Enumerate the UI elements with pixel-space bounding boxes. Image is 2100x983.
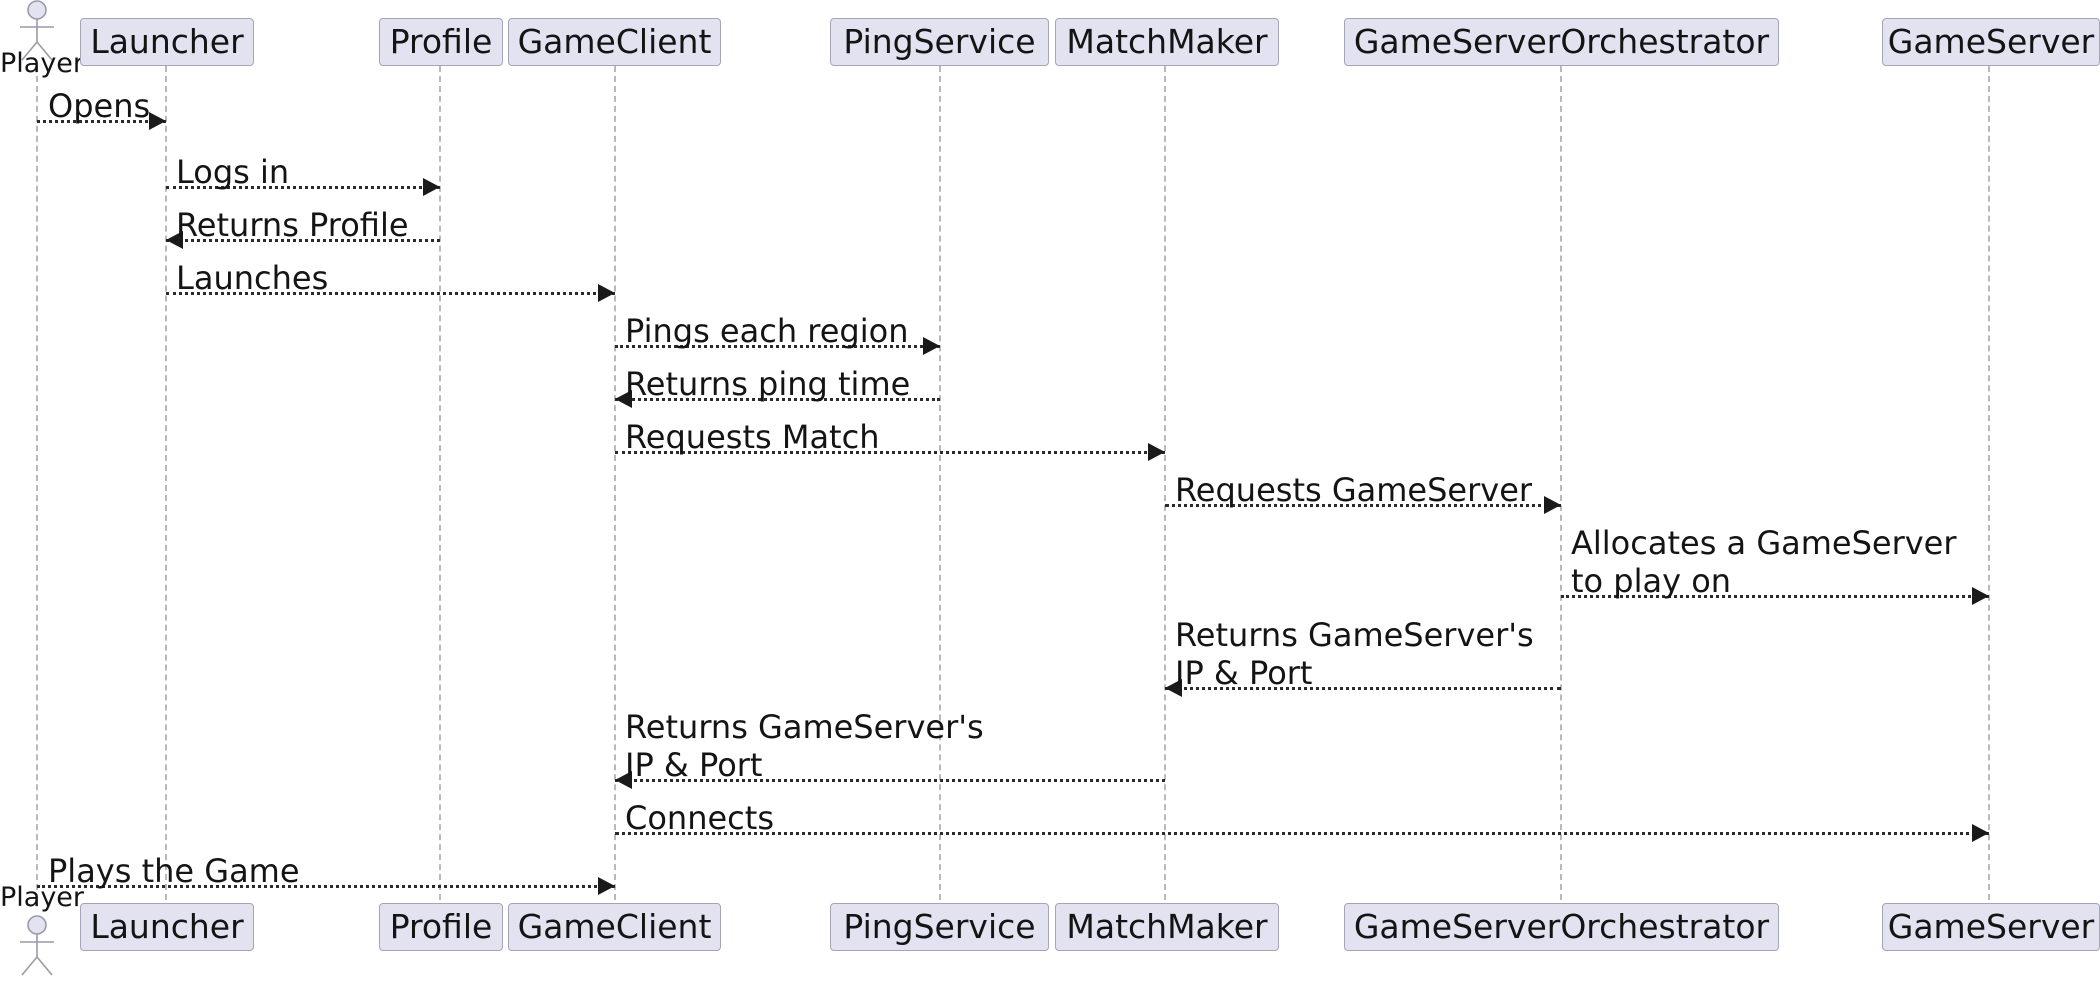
message-label-m3: Returns Profile	[176, 206, 409, 244]
participant-box-orch[interactable]: GameServerOrchestrator	[1344, 18, 1779, 66]
sequence-diagram-canvas: Player Launcher Profile GameClient PingServi…	[0, 0, 2100, 983]
participant-box-profile[interactable]: Profile	[379, 903, 503, 951]
participant-box-matchmaker[interactable]: MatchMaker	[1055, 903, 1279, 951]
message-label-m13: Plays the Game	[48, 852, 300, 890]
lifeline-matchmaker	[1164, 66, 1166, 900]
message-arrowhead-m2	[423, 178, 440, 196]
participant-box-ping[interactable]: PingService	[830, 903, 1049, 951]
message-label-m8: Requests GameServer	[1175, 471, 1533, 509]
participant-box-ping[interactable]: PingService	[830, 18, 1049, 66]
participant-box-matchmaker[interactable]: MatchMaker	[1055, 18, 1279, 66]
message-arrowhead-m13	[598, 877, 615, 895]
message-label-m10: Returns GameServer's IP & Port	[1175, 616, 1534, 692]
participant-box-profile[interactable]: Profile	[379, 18, 503, 66]
message-arrowhead-m5	[923, 337, 940, 355]
message-arrowhead-m7	[1148, 443, 1165, 461]
message-label-m12: Connects	[625, 799, 774, 837]
lifeline-orch	[1560, 66, 1562, 900]
message-label-m7: Requests Match	[625, 418, 880, 456]
actor-figure-player[interactable]	[14, 0, 60, 66]
message-arrowhead-m9	[1972, 587, 1989, 605]
message-label-m11: Returns GameServer's IP & Port	[625, 708, 984, 784]
participant-box-gameclient[interactable]: GameClient	[508, 18, 721, 66]
participant-box-gameserver[interactable]: GameServer	[1882, 903, 2100, 951]
message-label-m9: Allocates a GameServer to play on	[1571, 524, 1957, 600]
participant-box-gameserver[interactable]: GameServer	[1882, 18, 2100, 66]
message-label-m4: Launches	[176, 259, 329, 297]
lifeline-launcher	[165, 66, 167, 900]
message-label-m1: Opens	[48, 87, 151, 125]
message-arrowhead-m8	[1544, 496, 1561, 514]
message-label-m6: Returns ping time	[625, 365, 911, 403]
message-arrowhead-m12	[1972, 824, 1989, 842]
message-label-m5: Pings each region	[625, 312, 909, 350]
message-label-m2: Logs in	[176, 153, 290, 191]
participant-box-gameclient[interactable]: GameClient	[508, 903, 721, 951]
participant-box-launcher[interactable]: Launcher	[80, 18, 254, 66]
message-arrowhead-m1	[149, 112, 166, 130]
participant-box-launcher[interactable]: Launcher	[80, 903, 254, 951]
message-line-m12	[615, 832, 1989, 835]
actor-figure-player[interactable]	[14, 915, 60, 981]
message-arrowhead-m4	[598, 284, 615, 302]
lifeline-gameserver	[1988, 66, 1990, 900]
participant-box-orch[interactable]: GameServerOrchestrator	[1344, 903, 1779, 951]
lifeline-player	[36, 66, 38, 900]
